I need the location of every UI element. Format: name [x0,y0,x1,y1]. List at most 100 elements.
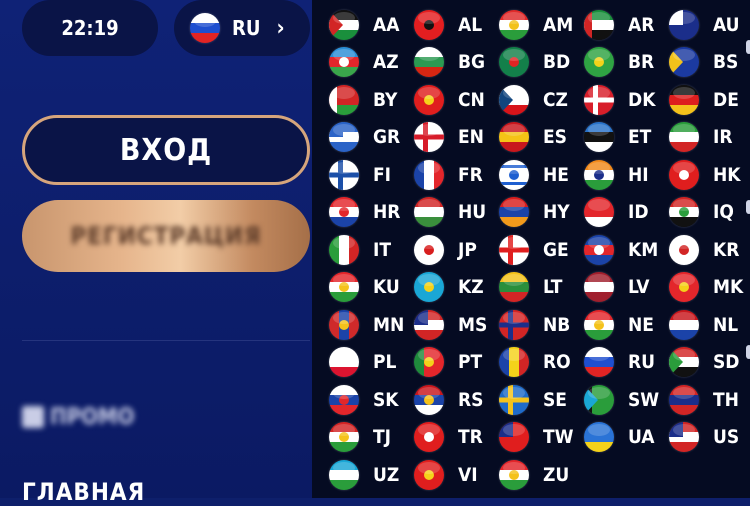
language-option-ua[interactable]: UA [567,419,655,456]
language-option-br[interactable]: BR [567,44,655,81]
language-option-iq[interactable]: IQ [652,194,737,231]
language-option-bs[interactable]: BS [652,44,739,81]
language-option-de[interactable]: DE [652,81,739,118]
language-option-sk[interactable]: SK [312,381,399,418]
language-option-ne[interactable]: NE [567,306,654,343]
language-option-ar[interactable]: AR [567,6,655,43]
language-option-lt[interactable]: LT [482,269,567,306]
language-option-dk[interactable]: DK [567,81,655,118]
register-button[interactable]: РЕГИСТРАЦИЯ [22,200,310,272]
flag-icon [669,9,699,40]
language-code: AR [628,13,655,36]
language-code: NL [713,313,739,336]
language-option-es[interactable]: ES [482,119,567,156]
flag-icon [584,159,614,190]
language-option-hy[interactable]: HY [482,194,570,231]
language-code: IR [713,126,733,148]
language-option-pl[interactable]: PL [312,344,397,381]
language-code: JP [458,238,477,261]
flag-icon [414,272,444,302]
language-option-ku[interactable]: KU [312,269,400,306]
language-option-ms[interactable]: MS [397,306,487,343]
edge-marker [746,345,750,359]
language-option-se[interactable]: SE [482,381,567,418]
flag-icon [669,47,699,77]
promo-menu-item[interactable]: ПРОМО [22,400,134,434]
language-code: ID [628,201,649,223]
language-option-et[interactable]: ET [567,119,652,156]
flag-icon [414,159,444,190]
language-option-kz[interactable]: KZ [397,269,484,306]
language-option-fi[interactable]: FI [312,156,397,193]
language-code: BS [713,51,739,73]
language-option-us[interactable]: US [652,419,740,456]
language-code: AZ [373,51,399,73]
language-code: KU [373,276,400,298]
language-option-pt[interactable]: PT [397,344,482,381]
language-option-ir[interactable]: IR [652,119,737,156]
language-option-mn[interactable]: MN [312,306,404,343]
language-option-uz[interactable]: UZ [312,456,399,493]
language-option-bd[interactable]: BD [482,44,570,81]
language-option-sw[interactable]: SW [567,381,659,418]
language-option-hu[interactable]: HU [397,194,486,231]
language-option-it[interactable]: IT [312,231,397,268]
language-option-by[interactable]: BY [312,81,397,118]
language-option-tr[interactable]: TR [397,419,483,456]
language-option-id[interactable]: ID [567,194,652,231]
language-option-ge[interactable]: GE [482,231,569,268]
language-code: LT [543,276,563,298]
language-code: GE [543,238,569,261]
language-option-nb[interactable]: NB [482,306,570,343]
language-code: BY [373,88,398,111]
home-menu-item[interactable]: ГЛАВНАЯ [22,478,145,506]
language-option-mk[interactable]: MK [652,269,743,306]
language-option-tj[interactable]: TJ [312,419,397,456]
language-option-zu[interactable]: ZU [482,456,569,493]
language-option-hk[interactable]: HK [652,156,741,193]
flag-icon [584,272,614,302]
current-language-flag-icon [190,13,220,43]
language-selector-button[interactable]: RU › [174,0,310,56]
language-option-km[interactable]: KM [567,231,658,268]
language-option-en[interactable]: EN [397,119,484,156]
language-option-az[interactable]: AZ [312,44,399,81]
language-option-au[interactable]: AU [652,6,740,43]
language-code: SK [373,388,399,411]
language-option-jp[interactable]: JP [397,231,482,268]
language-option-ro[interactable]: RO [482,344,571,381]
flag-icon [499,459,529,490]
language-code: US [713,426,740,448]
language-option-hr[interactable]: HR [312,194,400,231]
flag-icon [414,347,444,377]
language-code: BR [628,51,655,73]
flag-icon [329,9,359,40]
language-option-cz[interactable]: CZ [482,81,568,118]
flag-icon [329,47,359,77]
language-option-kr[interactable]: KR [652,231,739,268]
language-option-bg[interactable]: BG [397,44,485,81]
language-option-fr[interactable]: FR [397,156,483,193]
language-option-al[interactable]: AL [397,6,482,43]
language-option-nl[interactable]: NL [652,306,739,343]
language-option-am[interactable]: AM [482,6,573,43]
language-option-vi[interactable]: VI [397,456,482,493]
language-option-th[interactable]: TH [652,381,739,418]
language-option-he[interactable]: HE [482,156,569,193]
language-option-rs[interactable]: RS [397,381,483,418]
language-option-tw[interactable]: TW [482,419,574,456]
flag-icon [499,47,529,77]
language-option-lv[interactable]: LV [567,269,652,306]
flag-icon [584,197,614,227]
language-option-aa[interactable]: AA [312,6,399,43]
language-option-cn[interactable]: CN [397,81,485,118]
flag-icon [414,384,444,415]
flag-icon [329,272,359,302]
language-option-ru[interactable]: RU [567,344,655,381]
language-option-hi[interactable]: HI [567,156,652,193]
flag-icon [499,384,529,415]
language-option-gr[interactable]: GR [312,119,400,156]
chevron-right-icon: › [276,15,285,41]
login-button[interactable]: ВХОД [22,115,310,185]
language-option-sd[interactable]: SD [652,344,740,381]
